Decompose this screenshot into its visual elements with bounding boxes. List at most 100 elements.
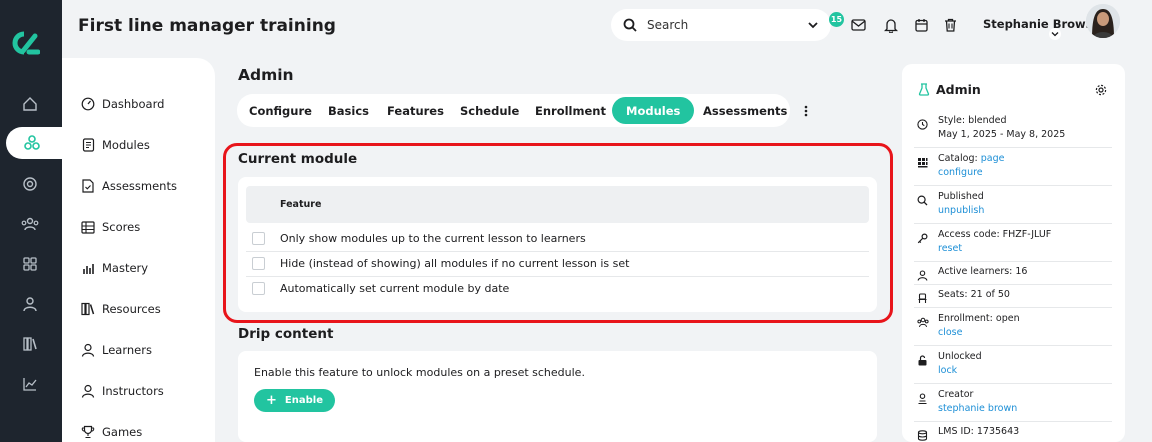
avatar-chevron-icon[interactable]	[1049, 28, 1061, 40]
tab-configure[interactable]: Configure	[249, 94, 312, 127]
gear-icon[interactable]	[1095, 84, 1107, 96]
lock-link[interactable]: lock	[938, 365, 957, 376]
page-title: First line manager training	[78, 16, 336, 36]
grid-icon[interactable]	[19, 253, 41, 275]
drip-description: Enable this feature to unlock modules on…	[254, 366, 585, 379]
subnav-item-dashboard[interactable]: Dashboard	[80, 94, 164, 114]
target-icon[interactable]	[19, 173, 41, 195]
home-icon[interactable]	[19, 93, 41, 115]
panel-item-unlocked: Unlocked lock	[914, 351, 1112, 384]
learners-icon	[80, 342, 96, 358]
panel-item-style: Style: blended May 1, 2025 - May 8, 2025	[914, 115, 1112, 148]
person-icon	[916, 269, 929, 282]
tab-schedule[interactable]: Schedule	[460, 94, 519, 127]
subnav-item-resources[interactable]: Resources	[80, 299, 161, 319]
panel-label: Style: blended	[938, 115, 1007, 126]
panel-item-published: Published unpublish	[914, 191, 1112, 224]
panel-item-catalog: Catalog: page configure	[914, 153, 1112, 186]
subnav-item-mastery[interactable]: Mastery	[80, 258, 148, 278]
panel-label: Published	[938, 191, 984, 202]
panel-label: Catalog: page	[938, 153, 1004, 164]
panel-value: May 1, 2025 - May 8, 2025	[938, 129, 1066, 140]
subnav-label: Resources	[102, 302, 161, 316]
modules-icon	[80, 137, 96, 153]
secondary-nav: Dashboard Modules Assessments Scores Mas…	[62, 58, 215, 442]
trash-icon[interactable]	[941, 16, 959, 34]
panel-label: Seats: 21 of 50	[938, 289, 1010, 300]
subnav-item-scores[interactable]: Scores	[80, 217, 140, 237]
configure-link[interactable]: configure	[938, 167, 983, 178]
tab-features[interactable]: Features	[387, 94, 444, 127]
resources-icon	[80, 301, 96, 317]
person-icon[interactable]	[19, 293, 41, 315]
panel-label: LMS ID: 1735643	[938, 426, 1020, 437]
rail-item-modules-active[interactable]	[6, 127, 66, 159]
tab-bar: Configure Basics Features Schedule Enrol…	[237, 94, 790, 127]
unlock-icon	[916, 354, 929, 367]
panel-item-access-code: Access code: FHZF-JLUF reset	[914, 229, 1112, 262]
plus-icon: +	[266, 393, 277, 408]
chart-icon[interactable]	[19, 373, 41, 395]
panel-item-creator: Creator stephanie brown	[914, 389, 1112, 422]
subnav-label: Instructors	[102, 384, 164, 398]
user-name[interactable]: Stephanie Brown	[983, 17, 1094, 31]
subnav-label: Games	[102, 425, 143, 439]
notification-badge: 15	[829, 12, 844, 27]
creator-link[interactable]: stephanie brown	[938, 403, 1017, 414]
section-heading: Admin	[238, 66, 294, 84]
library-icon[interactable]	[19, 333, 41, 355]
panel-item-seats: Seats: 21 of 50	[914, 289, 1112, 308]
avatar[interactable]	[1086, 4, 1120, 38]
reset-link[interactable]: reset	[938, 243, 962, 254]
tab-basics[interactable]: Basics	[328, 94, 369, 127]
panel-label: Creator	[938, 389, 974, 400]
app-rail	[0, 0, 66, 442]
panel-item-active-learners: Active learners: 16	[914, 266, 1112, 285]
close-link[interactable]: close	[938, 327, 962, 338]
chevron-down-icon[interactable]	[807, 19, 819, 31]
creator-icon	[916, 392, 929, 405]
panel-item-enrollment: Enrollment: open close	[914, 313, 1112, 346]
tab-enrollment[interactable]: Enrollment	[535, 94, 606, 127]
panel-item-lms-id: LMS ID: 1735643	[914, 426, 1112, 442]
subnav-label: Assessments	[102, 179, 177, 193]
top-header: First line manager training Search Steph…	[62, 0, 1152, 58]
panel-title: Admin	[936, 82, 981, 97]
app-logo[interactable]	[10, 28, 40, 58]
tab-modules[interactable]: Modules	[612, 97, 695, 124]
search-icon	[916, 194, 929, 207]
subnav-item-assessments[interactable]: Assessments	[80, 176, 177, 196]
panel-label: Access code: FHZF-JLUF	[938, 229, 1052, 240]
subnav-label: Dashboard	[102, 97, 165, 111]
subnav-item-instructors[interactable]: Instructors	[80, 381, 164, 401]
catalog-page-link[interactable]: page	[981, 153, 1005, 164]
assessments-icon	[80, 178, 96, 194]
subnav-label: Mastery	[102, 261, 149, 275]
search-placeholder: Search	[647, 18, 689, 32]
database-icon	[916, 429, 929, 442]
subnav-item-modules[interactable]: Modules	[80, 135, 150, 155]
calendar-icon[interactable]	[912, 16, 930, 34]
modules-icon	[21, 132, 43, 154]
users-icon[interactable]	[19, 213, 41, 235]
subnav-item-learners[interactable]: Learners	[80, 340, 152, 360]
subnav-label: Learners	[102, 343, 152, 357]
seat-icon	[916, 292, 929, 305]
bell-icon[interactable]	[882, 16, 900, 34]
enable-label: Enable	[284, 395, 323, 406]
more-options-icon[interactable]	[801, 102, 811, 120]
key-icon	[916, 232, 929, 245]
search-input[interactable]: Search	[611, 9, 831, 41]
enable-button[interactable]: + Enable	[254, 389, 335, 412]
catalog-icon	[916, 156, 929, 169]
subnav-item-games[interactable]: Games	[80, 422, 142, 442]
unpublish-link[interactable]: unpublish	[938, 205, 984, 216]
mail-icon[interactable]	[849, 16, 867, 34]
panel-label: Unlocked	[938, 351, 982, 362]
tab-assessments[interactable]: Assessments	[703, 94, 787, 127]
drip-content-title: Drip content	[238, 326, 334, 342]
catalog-label: Catalog:	[938, 153, 981, 164]
panel-label: Enrollment: open	[938, 313, 1020, 324]
admin-icon	[918, 83, 930, 96]
group-icon	[916, 316, 929, 329]
